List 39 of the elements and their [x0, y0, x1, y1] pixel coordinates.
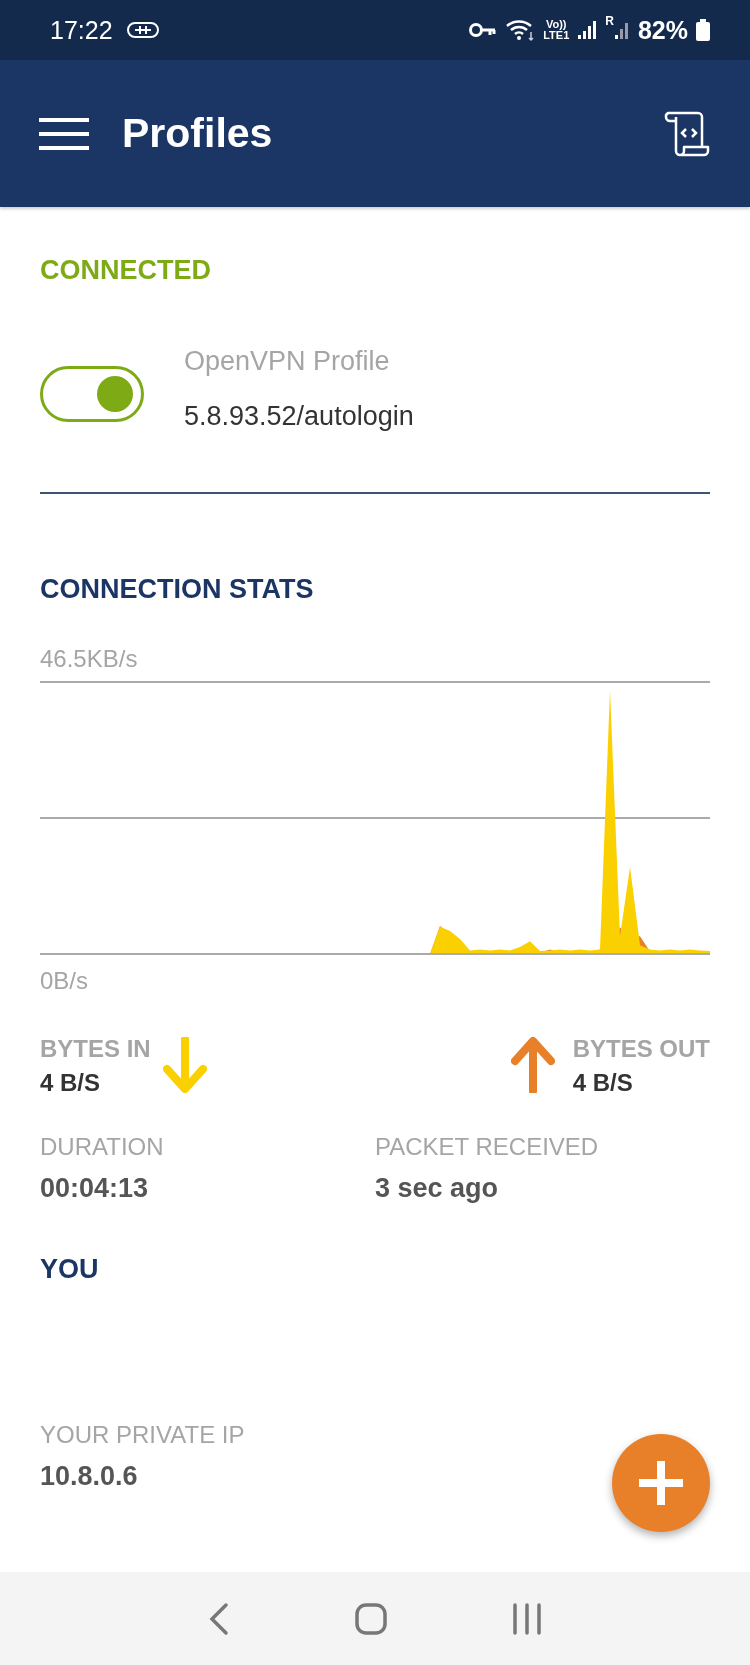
stat-label: BYTES IN [40, 1035, 151, 1063]
cast-icon [126, 21, 159, 39]
signal-icon [613, 20, 630, 40]
lte-label: LTE1 [543, 30, 570, 41]
recent-apps-icon[interactable] [512, 1602, 543, 1635]
home-icon[interactable] [355, 1602, 387, 1635]
wifi-icon [505, 18, 536, 42]
down-arrow-icon [162, 1037, 207, 1093]
battery-icon [696, 19, 710, 41]
add-button[interactable] [612, 1434, 710, 1532]
roaming-label: R [605, 14, 614, 28]
section-title: CONNECTION STATS [40, 574, 315, 605]
axis-label: 46.5KB/s [40, 645, 139, 673]
plus-icon [636, 1458, 686, 1508]
stat-label: PACKET RECEIVED [375, 1133, 600, 1161]
battery-percent: 82% [637, 15, 688, 45]
status-time: 17:22 [50, 15, 113, 45]
stat-label: DURATION [40, 1133, 165, 1161]
stat-value: 10.8.0.6 [40, 1461, 138, 1492]
profile-address: 5.8.93.52/autologin [184, 401, 414, 432]
signal-icon [577, 20, 598, 40]
up-arrow-icon [510, 1037, 555, 1093]
stat-value: 3 sec ago [375, 1173, 500, 1204]
section-title: YOU [40, 1254, 100, 1285]
volte-label: Vo)) [545, 19, 567, 30]
profile-name: OpenVPN Profile [184, 346, 391, 377]
connection-toggle[interactable] [40, 366, 144, 422]
stat-value: 4 B/S [40, 1069, 102, 1097]
stat-value: 4 B/S [572, 1069, 634, 1097]
connection-status: CONNECTED [40, 255, 212, 286]
app-title: Profiles [122, 110, 273, 157]
key-icon [469, 22, 498, 38]
log-scroll-icon[interactable] [664, 110, 712, 157]
stat-value: 00:04:13 [40, 1173, 150, 1204]
axis-label: 0B/s [40, 967, 90, 995]
menu-icon[interactable] [39, 116, 89, 151]
back-icon[interactable] [207, 1601, 230, 1636]
stat-label: YOUR PRIVATE IP [40, 1421, 246, 1449]
stat-label: BYTES OUT [572, 1035, 710, 1063]
